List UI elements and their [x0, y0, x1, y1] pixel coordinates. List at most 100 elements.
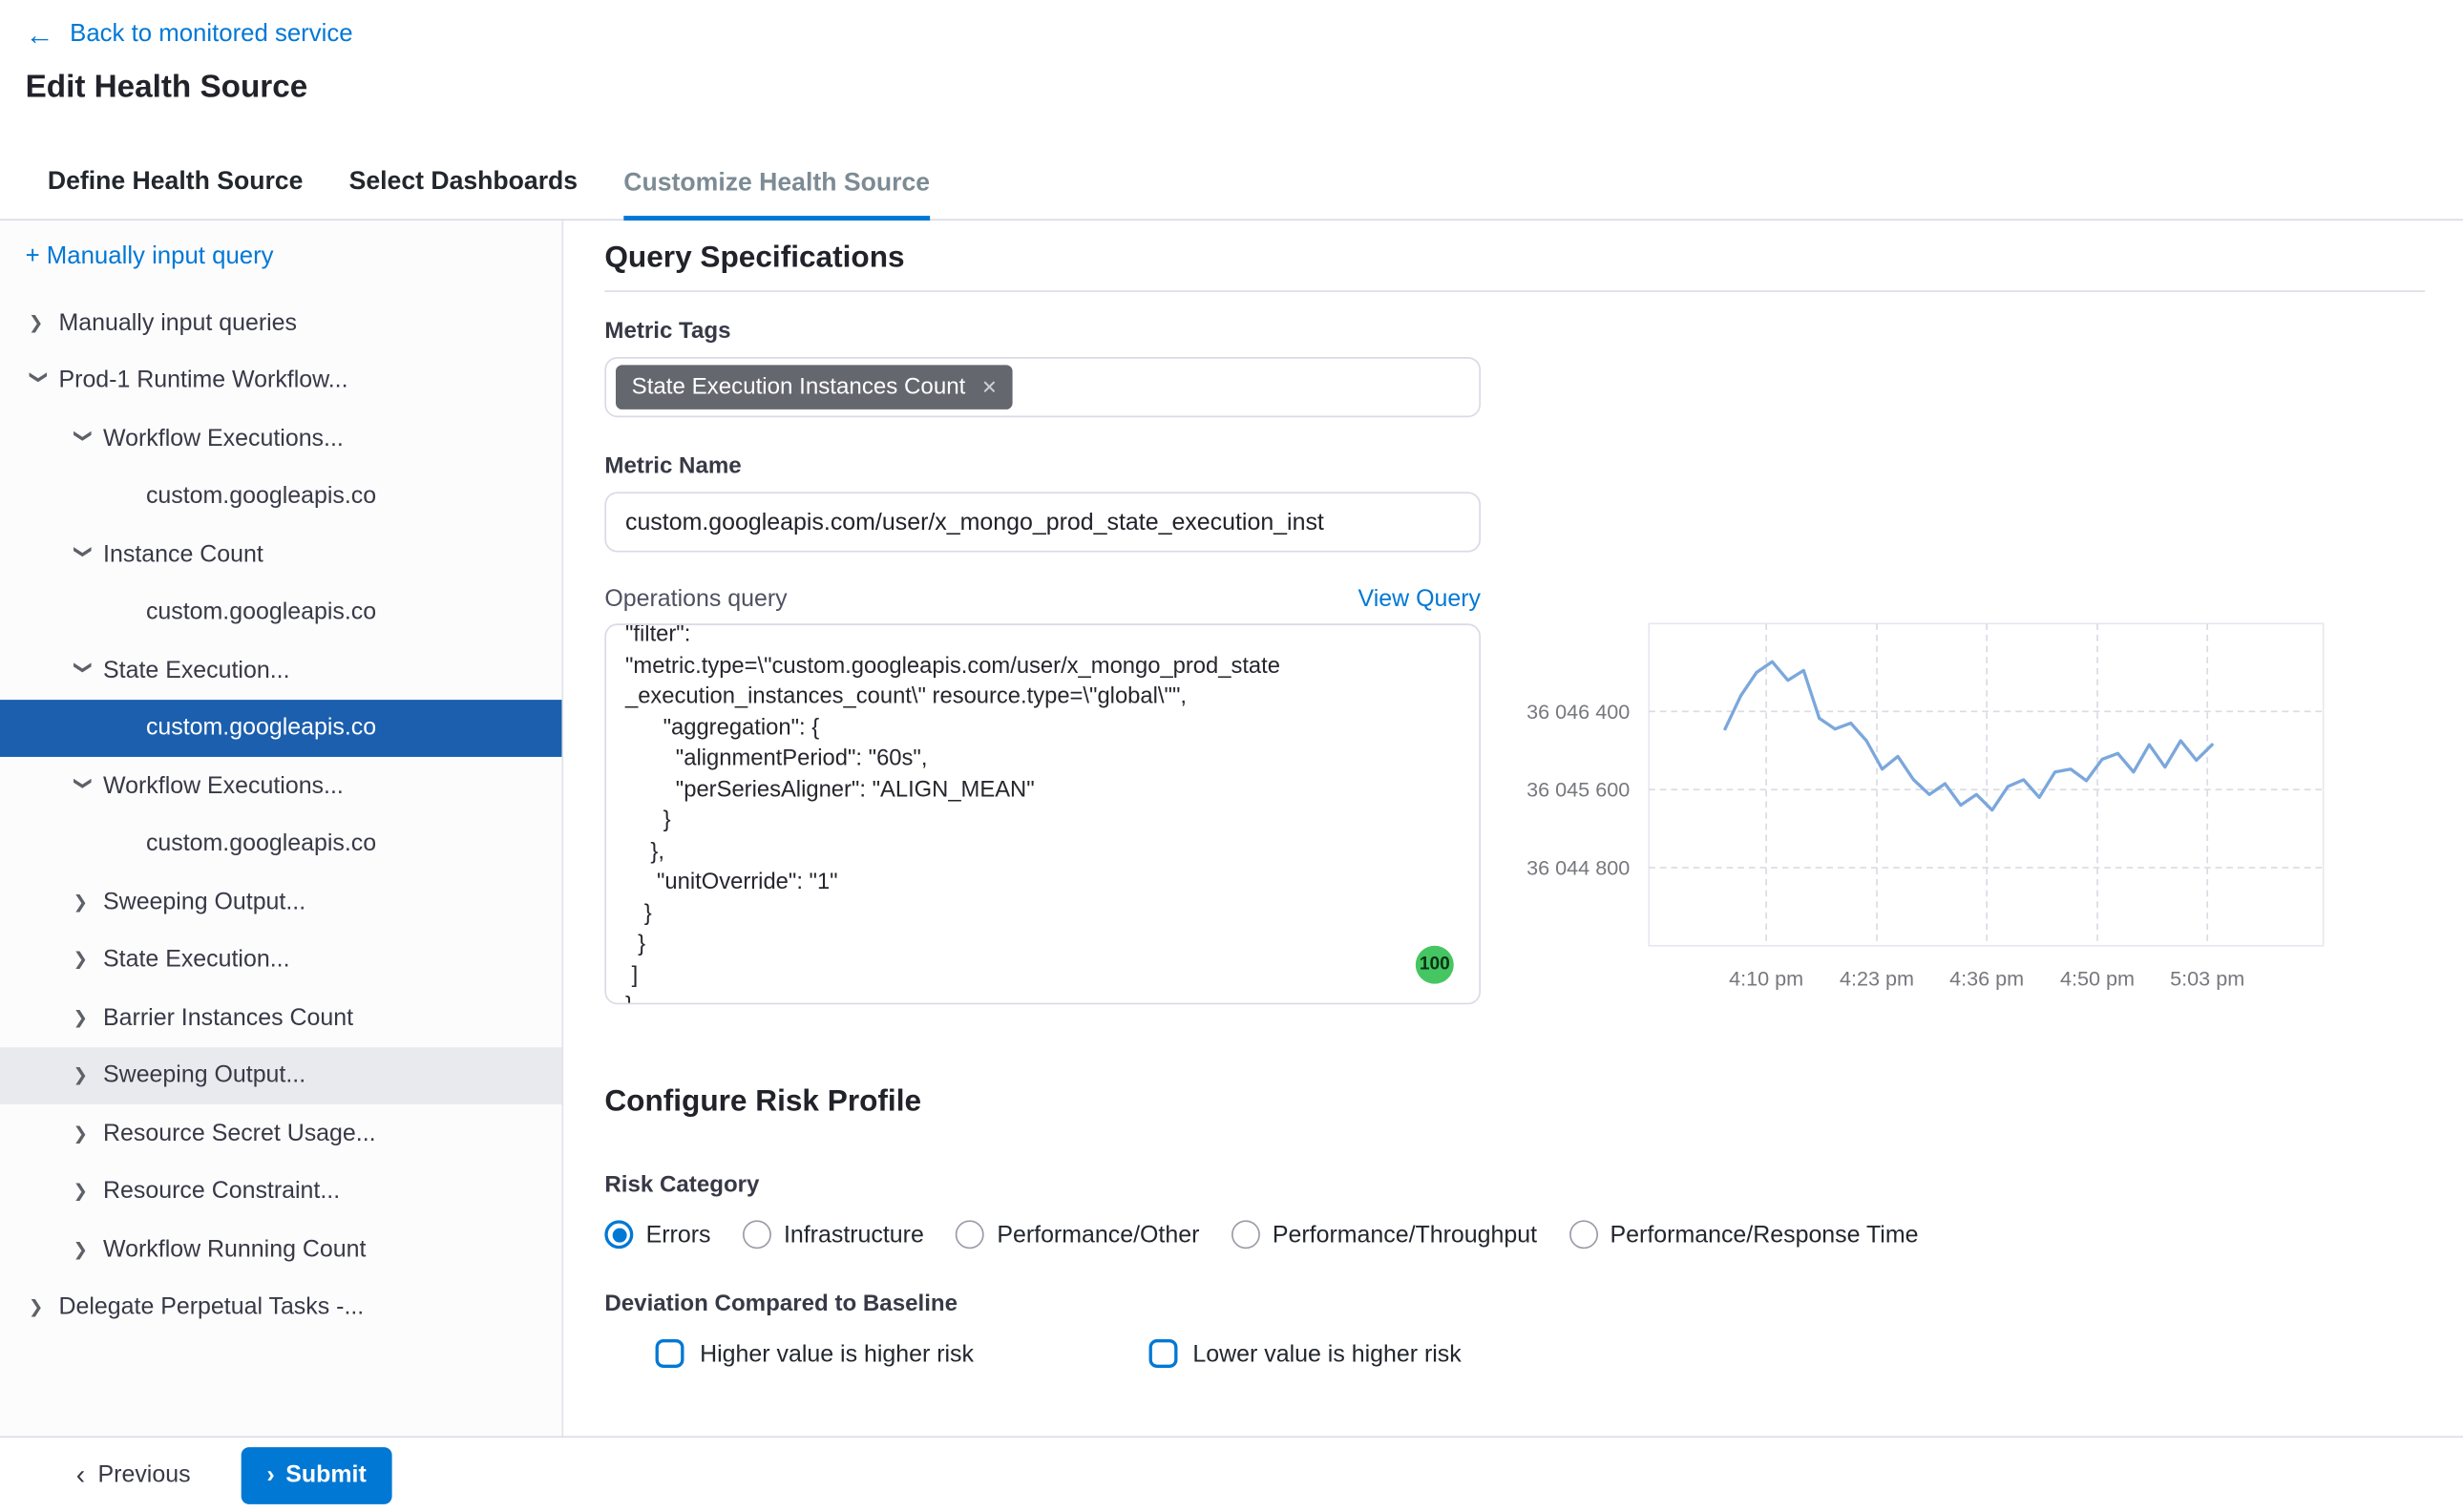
tree-item-state-execution[interactable]: ❯State Execution... — [0, 931, 561, 989]
checkbox-label: Lower value is higher risk — [1192, 1340, 1461, 1367]
tree-item-delegate-perpetual-tasks[interactable]: ❯Delegate Perpetual Tasks -... — [0, 1278, 561, 1336]
chevron-right-icon[interactable]: ❯ — [73, 892, 94, 913]
tree-item-sweeping-output[interactable]: ❯Sweeping Output... — [0, 872, 561, 931]
back-to-monitored-service-link[interactable]: ← Back to monitored service — [26, 21, 353, 50]
back-arrow-icon: ← — [26, 21, 54, 50]
view-query-link[interactable]: View Query — [1358, 585, 1481, 612]
submit-button[interactable]: › Submit — [242, 1446, 392, 1503]
tree-item-label: Workflow Executions... — [103, 772, 344, 799]
tree-item-custom-googleapis-co[interactable]: custom.googleapis.co — [0, 468, 561, 526]
tree-item-label: Resource Constraint... — [103, 1178, 340, 1205]
chevron-right-icon[interactable]: ❯ — [73, 950, 94, 971]
tree-item-state-execution[interactable]: ❯ State Execution... — [0, 641, 561, 700]
risk-radio-infrastructure[interactable]: Infrastructure — [743, 1220, 924, 1249]
tree-item-label: Manually input queries — [59, 309, 298, 336]
chevron-right-icon[interactable]: ❯ — [73, 1181, 94, 1202]
previous-button-label: Previous — [98, 1461, 191, 1488]
svg-text:36 046 400: 36 046 400 — [1526, 700, 1630, 724]
radio-label: Performance/Other — [997, 1221, 1199, 1248]
operations-query-editor[interactable]: "filter": "metric.type=\"custom.googleap… — [604, 623, 1481, 1004]
svg-text:4:10 pm: 4:10 pm — [1729, 966, 1803, 990]
tree-item-resource-secret-usage[interactable]: ❯Resource Secret Usage... — [0, 1104, 561, 1163]
metric-tag-chip-label: State Execution Instances Count — [632, 374, 966, 400]
tree-item-label: custom.googleapis.co — [146, 598, 376, 625]
tab-define-health-source[interactable]: Define Health Source — [48, 168, 304, 219]
tree-item-prod-1-runtime-workflow[interactable]: ❯Prod-1 Runtime Workflow... — [0, 351, 561, 410]
chevron-right-icon[interactable]: ❯ — [73, 1239, 94, 1260]
tree-item-label: Sweeping Output... — [103, 1062, 305, 1089]
deviation-options: Higher value is higher risk Lower value i… — [604, 1339, 2425, 1368]
add-manual-query-link[interactable]: + Manually input query — [0, 233, 274, 281]
chevron-right-icon[interactable]: ❯ — [73, 1007, 94, 1028]
tree-item-custom-googleapis-co[interactable]: custom.googleapis.co — [0, 699, 561, 757]
wizard-tabs: Define Health Source Select Dashboards Cus… — [0, 143, 2463, 220]
radio-label: Performance/Response Time — [1610, 1221, 1919, 1248]
svg-text:36 045 600: 36 045 600 — [1526, 778, 1630, 802]
edit-health-source-page: ← Back to monitored service Edit Health … — [0, 0, 2463, 1512]
chevron-down-icon[interactable]: ❯ — [73, 775, 94, 796]
risk-radio-performance-response-time[interactable]: Performance/Response Time — [1568, 1220, 1918, 1249]
tree-item-sweeping-output[interactable]: ❯ Sweeping Output... — [0, 1046, 561, 1104]
checkbox-icon — [656, 1339, 684, 1368]
svg-text:4:36 pm: 4:36 pm — [1949, 966, 2024, 990]
chevron-down-icon[interactable]: ❯ — [73, 660, 94, 681]
radio-label: Errors — [646, 1221, 711, 1248]
svg-text:4:23 pm: 4:23 pm — [1840, 966, 1914, 990]
checkbox-higher-value-is-higher-risk[interactable]: Higher value is higher risk — [656, 1339, 974, 1368]
tree-item-manually-input-queries[interactable]: ❯ Manually input queries — [0, 294, 561, 352]
operations-query-label: Operations query — [604, 585, 787, 612]
metric-name-label: Metric Name — [604, 452, 1481, 481]
submit-button-label: Submit — [285, 1461, 367, 1488]
deviation-label: Deviation Compared to Baseline — [604, 1291, 2425, 1319]
chevron-right-icon[interactable]: ❯ — [29, 312, 50, 333]
tree-item-barrier-instances-count[interactable]: ❯ Barrier Instances Count — [0, 989, 561, 1047]
tree-item-label: Workflow Running Count — [103, 1236, 366, 1263]
tree-item-custom-googleapis-co[interactable]: custom.googleapis.co — [0, 815, 561, 873]
chevron-right-icon[interactable]: ❯ — [29, 1297, 50, 1318]
tree-item-workflow-executions[interactable]: ❯ Workflow Executions... — [0, 757, 561, 815]
chevron-left-icon: ‹ — [76, 1463, 85, 1487]
tab-select-dashboards[interactable]: Select Dashboards — [349, 168, 578, 219]
risk-category-options: Errors Infrastructure Performance/Other Per… — [604, 1220, 2425, 1249]
risk-radio-performance-throughput[interactable]: Performance/Throughput — [1232, 1220, 1537, 1249]
tree-item-label: Workflow Executions... — [103, 425, 344, 452]
sidebar-tree: ❯ Manually input queries ❯Prod-1 Runtime W… — [0, 294, 561, 1336]
previous-button[interactable]: ‹ Previous — [76, 1461, 191, 1488]
page-header: ← Back to monitored service Edit Health … — [0, 0, 2463, 143]
metric-name-input[interactable] — [604, 492, 1481, 552]
tab-customize-health-source[interactable]: Customize Health Source — [623, 170, 930, 220]
metric-tag-chip: State Execution Instances Count ✕ — [616, 365, 1013, 410]
radio-icon — [1232, 1220, 1260, 1249]
tree-item-label: Barrier Instances Count — [103, 1004, 353, 1031]
chevron-right-icon[interactable]: ❯ — [73, 1065, 94, 1086]
metric-tags-label: Metric Tags — [604, 317, 1481, 346]
tree-item-workflow-executions[interactable]: ❯ Workflow Executions... — [0, 410, 561, 468]
body: + Manually input query ❯ Manually input q… — [0, 220, 2463, 1436]
tree-item-instance-count[interactable]: ❯Instance Count — [0, 525, 561, 583]
risk-radio-performance-other[interactable]: Performance/Other — [956, 1220, 1199, 1249]
tree-item-label: custom.googleapis.co — [146, 830, 376, 857]
tree-item-workflow-running-count[interactable]: ❯ Workflow Running Count — [0, 1220, 561, 1278]
operations-query-row: Operations query View Query — [604, 585, 1481, 612]
records-count-badge: 100 — [1416, 946, 1454, 984]
tree-item-custom-googleapis-co[interactable]: custom.googleapis.co — [0, 583, 561, 641]
svg-text:4:50 pm: 4:50 pm — [2060, 966, 2135, 990]
chevron-down-icon[interactable]: ❯ — [73, 428, 94, 449]
tree-item-resource-constraint[interactable]: ❯ Resource Constraint... — [0, 1163, 561, 1221]
section-divider — [604, 290, 2425, 292]
chevron-down-icon[interactable]: ❯ — [73, 544, 94, 565]
radio-icon — [1568, 1220, 1597, 1249]
metric-tags-input[interactable]: State Execution Instances Count ✕ — [604, 357, 1481, 417]
back-link-label: Back to monitored service — [70, 21, 352, 50]
chevron-down-icon[interactable]: ❯ — [29, 370, 50, 391]
radio-icon — [743, 1220, 771, 1249]
checkbox-lower-value-is-higher-risk[interactable]: Lower value is higher risk — [1148, 1339, 1462, 1368]
configure-risk-profile-title: Configure Risk Profile — [604, 1083, 2425, 1120]
operations-query-text: "filter": "metric.type=\"custom.googleap… — [625, 623, 1460, 1004]
chevron-right-icon[interactable]: ❯ — [73, 1124, 94, 1144]
tree-item-label: State Execution... — [103, 657, 289, 683]
risk-radio-errors[interactable]: Errors — [604, 1220, 710, 1249]
metric-chart: 36 046 40036 045 60036 044 8004:10 pm4:2… — [1498, 611, 2355, 1004]
remove-tag-icon[interactable]: ✕ — [981, 378, 998, 397]
radio-label: Infrastructure — [784, 1221, 924, 1248]
